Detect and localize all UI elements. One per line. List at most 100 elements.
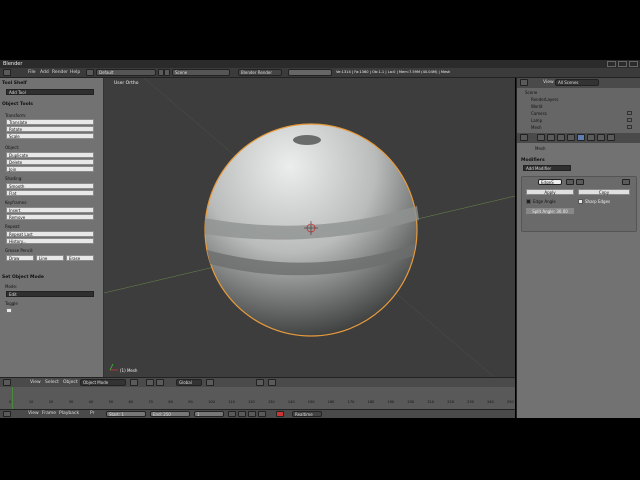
outliner-item-lamp[interactable]: Lamp <box>531 118 542 123</box>
current-frame-field[interactable]: 1 <box>194 411 224 417</box>
timeline-menu-playback[interactable]: Playback <box>59 411 79 416</box>
grease-line-button[interactable]: Line <box>36 255 64 261</box>
jump-start-icon[interactable] <box>228 411 236 417</box>
modifiers-tab-icon[interactable] <box>577 134 585 141</box>
remove-layout-icon[interactable] <box>164 69 170 76</box>
sharp-edges-checkbox[interactable] <box>578 199 583 204</box>
world-tab-icon[interactable] <box>557 134 565 141</box>
history-button[interactable]: History... <box>6 238 94 244</box>
timeline-tick-label: 250 <box>507 400 514 404</box>
timeline-ruler[interactable]: 0 10 20 30 40 50 60 70 80 90 100 110 120 130 140 150 160… <box>0 399 515 407</box>
translate-button[interactable]: Translate <box>6 119 94 125</box>
screen-layout-icon[interactable] <box>86 69 94 76</box>
view3d-editor-type-icon[interactable] <box>3 379 11 386</box>
timeline-menu-pr[interactable]: Pr <box>90 411 95 416</box>
rotate-button[interactable]: Rotate <box>6 126 94 132</box>
orientation-select[interactable]: Global <box>176 379 202 386</box>
timeline-editor-type-icon[interactable] <box>3 411 11 417</box>
sync-mode-select[interactable]: Realtime <box>292 411 322 417</box>
lamp-visibility-icon[interactable] <box>627 118 632 122</box>
add-tool-dropdown[interactable]: Add Tool <box>6 89 94 95</box>
editor-type-icon[interactable] <box>3 69 11 76</box>
mesh-visibility-icon[interactable] <box>627 125 632 129</box>
material-tab-icon[interactable] <box>597 134 605 141</box>
viewport-canvas[interactable] <box>104 78 515 377</box>
copy-button[interactable]: Copy <box>578 189 630 195</box>
view3d-menu-object[interactable]: Object <box>63 380 78 385</box>
outliner-display-select[interactable]: All Scenes <box>555 79 599 86</box>
scale-button[interactable]: Scale <box>6 133 94 139</box>
add-modifier-dropdown[interactable]: Add Modifier <box>523 165 571 171</box>
render-engine-select[interactable]: Blender Render <box>238 69 282 76</box>
jump-end-icon[interactable] <box>258 411 266 417</box>
apply-button[interactable]: Apply <box>526 189 574 195</box>
manipulator-icon[interactable] <box>156 379 164 386</box>
timeline-tick-label: 220 <box>447 400 454 404</box>
properties-editor-type-icon[interactable] <box>520 134 528 141</box>
grease-draw-button[interactable]: Draw <box>6 255 34 261</box>
timeline-menu-view[interactable]: View <box>28 411 39 416</box>
modifier-render-icon[interactable] <box>566 179 574 185</box>
timeline-tick-label: 30 <box>68 400 74 404</box>
current-frame-marker[interactable] <box>12 387 13 409</box>
flat-button[interactable]: Flat <box>6 190 94 196</box>
set-object-mode-header[interactable]: Set Object Mode <box>2 275 44 280</box>
scene-tab-icon[interactable] <box>547 134 555 141</box>
screen-layout-field[interactable]: Default <box>96 69 156 76</box>
render-preview-icon[interactable] <box>268 379 276 386</box>
end-frame-field[interactable]: End: 250 <box>150 411 190 417</box>
modifier-name-field[interactable]: EdgeS <box>538 179 562 185</box>
play-reverse-icon[interactable] <box>238 411 246 417</box>
duplicate-button[interactable]: Duplicate <box>6 152 94 158</box>
object-mode-select[interactable]: Object Mode <box>80 379 126 386</box>
view3d-menu-view[interactable]: View <box>30 380 41 385</box>
smooth-button[interactable]: Smooth <box>6 183 94 189</box>
maximize-icon[interactable] <box>618 61 627 67</box>
outliner-item-mesh[interactable]: Mesh <box>531 125 542 130</box>
close-icon[interactable] <box>629 61 638 67</box>
menu-help[interactable]: Help <box>70 70 80 75</box>
modifier-close-icon[interactable] <box>622 179 630 185</box>
layers-icon[interactable] <box>206 379 214 386</box>
minimize-icon[interactable] <box>607 61 616 67</box>
render-tab-icon[interactable] <box>537 134 545 141</box>
data-tab-icon[interactable] <box>587 134 595 141</box>
timeline[interactable]: 0 10 20 30 40 50 60 70 80 90 100 110 120 130 140 150 160… <box>0 387 515 409</box>
outliner-item-world[interactable]: World <box>531 104 542 109</box>
3d-viewport[interactable]: User Ortho (1) Mesh <box>104 78 515 377</box>
snap-icon[interactable] <box>256 379 264 386</box>
play-icon[interactable] <box>248 411 256 417</box>
viewport-shading-icon[interactable] <box>130 379 138 386</box>
view3d-menu-select[interactable]: Select <box>45 380 59 385</box>
timeline-menu-frame[interactable]: Frame <box>42 411 56 416</box>
scene-field[interactable]: Scene <box>172 69 230 76</box>
camera-visibility-icon[interactable] <box>627 111 632 115</box>
object-tools-header[interactable]: Object Tools <box>2 102 33 107</box>
split-angle-field[interactable]: Split Angle: 30.00 <box>526 208 574 214</box>
delete-button[interactable]: Delete <box>6 159 94 165</box>
menu-add[interactable]: Add <box>40 70 49 75</box>
outliner-editor-type-icon[interactable] <box>520 79 528 86</box>
grease-erase-button[interactable]: Erase <box>66 255 94 261</box>
record-icon[interactable] <box>276 411 284 417</box>
toggle-checkbox[interactable] <box>6 308 12 313</box>
tool-shelf-header[interactable]: Tool Shelf <box>2 81 27 86</box>
object-tab-icon[interactable] <box>567 134 575 141</box>
texture-tab-icon[interactable] <box>607 134 615 141</box>
outliner-item-renderlayers[interactable]: RenderLayers <box>531 97 558 102</box>
repeat-last-button[interactable]: Repeat Last <box>6 231 94 237</box>
remove-keyframe-button[interactable]: Remove <box>6 214 94 220</box>
insert-keyframe-button[interactable]: Insert <box>6 207 94 213</box>
modifier-view-icon[interactable] <box>576 179 584 185</box>
outliner-menu-view[interactable]: View <box>543 80 554 85</box>
pivot-point-icon[interactable] <box>146 379 154 386</box>
mode-dropdown[interactable]: Edit <box>6 291 94 297</box>
outliner-item-scene[interactable]: Scene <box>525 90 537 95</box>
menu-render[interactable]: Render <box>52 70 68 75</box>
start-frame-field[interactable]: Start: 1 <box>106 411 146 417</box>
join-button[interactable]: Join <box>6 166 94 172</box>
edge-angle-checkbox[interactable] <box>526 199 531 204</box>
modifiers-panel-header[interactable]: Modifiers <box>521 158 545 163</box>
menu-file[interactable]: File <box>28 70 36 75</box>
outliner-item-camera[interactable]: Camera <box>531 111 547 116</box>
